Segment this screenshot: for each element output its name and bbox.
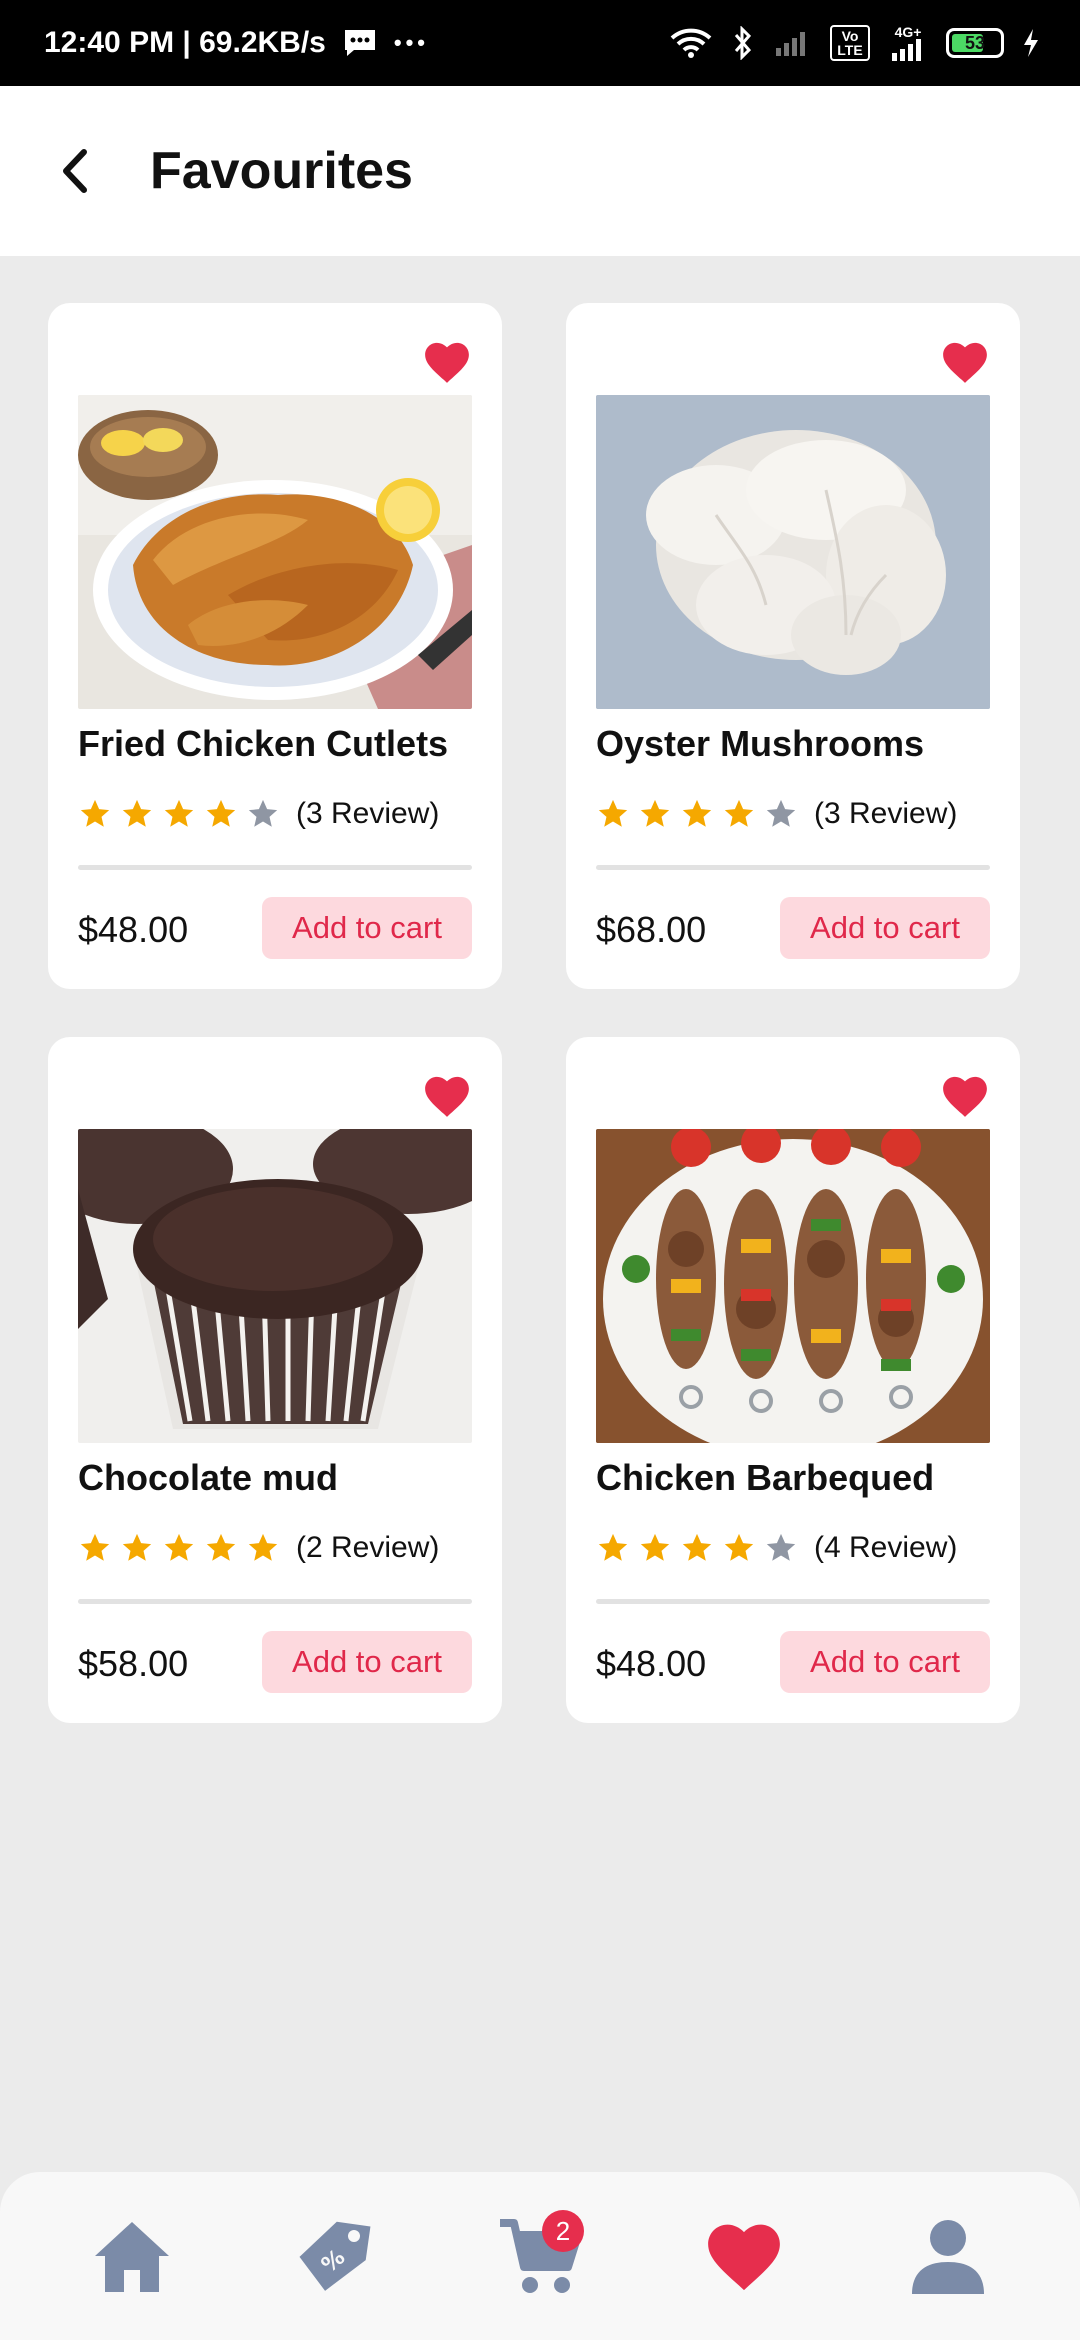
review-count: (3 Review): [814, 797, 958, 830]
product-rating: (4 Review): [596, 1531, 957, 1565]
favourite-heart-icon[interactable]: [422, 1071, 472, 1121]
star-filled-icon: [640, 799, 670, 827]
product-price: $48.00: [596, 1643, 707, 1684]
product-card[interactable]: Chicken Barbequed (4 Review) $48.00 Add …: [566, 1037, 1020, 1723]
more-dots: •••: [393, 30, 429, 55]
star-filled-icon: [80, 1533, 110, 1561]
favourite-heart-icon[interactable]: [940, 1071, 990, 1121]
product-image: [78, 395, 472, 709]
star-filled-icon: [598, 799, 628, 827]
divider: [596, 865, 990, 870]
review-count: (3 Review): [296, 797, 440, 830]
cart-badge: 2: [542, 2210, 584, 2252]
favourite-heart-icon[interactable]: [422, 337, 472, 387]
product-image: [78, 1129, 472, 1443]
status-bar: 12:40 PM | 69.2KB/s ••• Vo LTE 4G+ 53: [0, 0, 1080, 86]
nav-cart[interactable]: 2: [490, 2206, 590, 2306]
offers-tag-icon: %: [299, 2221, 371, 2291]
product-rating: (3 Review): [78, 797, 439, 831]
star-filled-icon: [164, 1533, 194, 1561]
star-empty-icon: [248, 799, 278, 827]
favourite-heart-icon[interactable]: [940, 337, 990, 387]
star-empty-icon: [766, 1533, 796, 1561]
status-time: 12:40 PM | 69.2KB/s: [44, 26, 326, 59]
star-filled-icon: [80, 799, 110, 827]
product-card[interactable]: Chocolate mud (2 Review) $58.00 Add to c…: [48, 1037, 502, 1723]
app-header: Favourites: [0, 86, 1080, 256]
signal-none-icon: [772, 28, 812, 58]
add-to-cart-button[interactable]: Add to cart: [262, 1631, 472, 1693]
product-image: [596, 395, 990, 709]
nav-profile[interactable]: [898, 2206, 998, 2306]
review-count: (4 Review): [814, 1531, 958, 1564]
nav-home[interactable]: [82, 2206, 182, 2306]
divider: [78, 1599, 472, 1604]
product-card[interactable]: Fried Chicken Cutlets (3 Review) $48.00 …: [48, 303, 502, 989]
divider: [596, 1599, 990, 1604]
review-count: (2 Review): [296, 1531, 440, 1564]
wifi-icon: [668, 27, 714, 59]
battery-level: 53: [964, 32, 986, 53]
nav-offers[interactable]: %: [286, 2206, 386, 2306]
signal-icon: 4G+: [888, 25, 928, 61]
back-button[interactable]: [40, 135, 112, 207]
divider: [78, 865, 472, 870]
product-name: Chicken Barbequed: [596, 1457, 935, 1498]
product-price: $68.00: [596, 909, 707, 950]
nav-favourites[interactable]: [694, 2206, 794, 2306]
product-price: $58.00: [78, 1643, 189, 1684]
product-card[interactable]: Oyster Mushrooms (3 Review) $68.00 Add t…: [566, 303, 1020, 989]
add-to-cart-button[interactable]: Add to cart: [780, 1631, 990, 1693]
star-empty-icon: [766, 799, 796, 827]
page-title: Favourites: [150, 142, 413, 200]
star-filled-icon: [640, 1533, 670, 1561]
star-filled-icon: [164, 799, 194, 827]
charging-icon: [1022, 28, 1040, 58]
star-filled-icon: [122, 1533, 152, 1561]
profile-icon: [912, 2220, 984, 2294]
message-icon: [342, 27, 378, 59]
heart-icon: [708, 2224, 780, 2291]
add-to-cart-button[interactable]: Add to cart: [262, 897, 472, 959]
product-price: $48.00: [78, 909, 189, 950]
bottom-navigation: % 2: [0, 2172, 1080, 2340]
star-filled-icon: [122, 799, 152, 827]
product-rating: (3 Review): [596, 797, 957, 831]
star-filled-icon: [598, 1533, 628, 1561]
product-name: Chocolate mud: [78, 1457, 339, 1498]
battery-icon: 53: [946, 28, 1004, 58]
network-type: 4G+: [894, 24, 922, 40]
product-image: [596, 1129, 990, 1443]
back-arrow-icon: [63, 149, 87, 193]
star-filled-icon: [724, 799, 754, 827]
star-filled-icon: [724, 1533, 754, 1561]
product-name: Fried Chicken Cutlets: [78, 723, 449, 764]
product-rating: (2 Review): [78, 1531, 439, 1565]
star-filled-icon: [206, 799, 236, 827]
star-filled-icon: [682, 1533, 712, 1561]
star-filled-icon: [206, 1533, 236, 1561]
star-filled-icon: [248, 1533, 278, 1561]
star-filled-icon: [682, 799, 712, 827]
product-name: Oyster Mushrooms: [596, 723, 925, 764]
home-icon: [95, 2222, 169, 2292]
bluetooth-icon: [732, 26, 754, 60]
add-to-cart-button[interactable]: Add to cart: [780, 897, 990, 959]
volte-badge: Vo LTE: [830, 25, 870, 61]
favourites-grid: Fried Chicken Cutlets (3 Review) $48.00 …: [48, 303, 1020, 1723]
